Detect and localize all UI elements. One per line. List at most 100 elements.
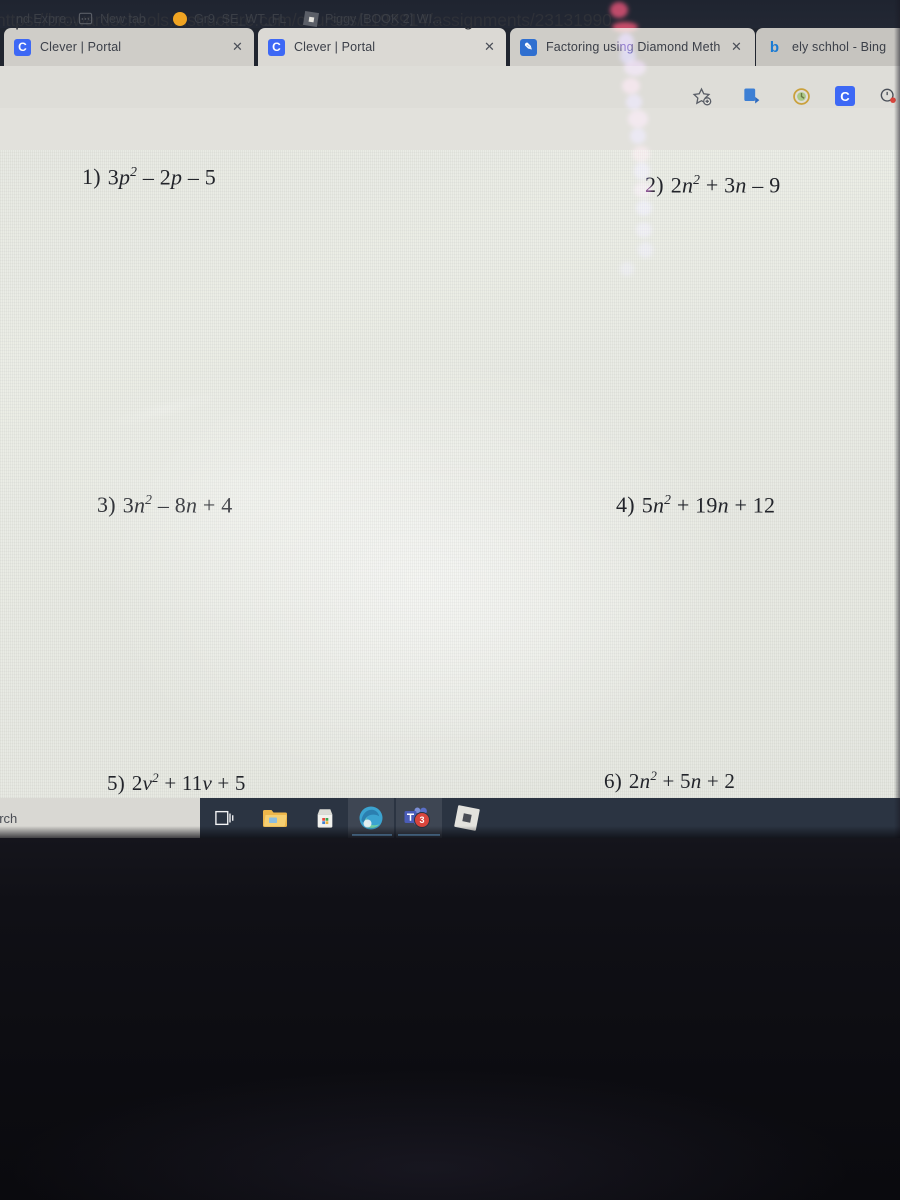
tab-title: Clever | Portal xyxy=(294,40,376,54)
monitor-edge-shadow xyxy=(894,0,900,838)
clever-icon: C xyxy=(268,38,285,56)
bookmark-label: nd Expre... xyxy=(16,11,77,26)
roblox-icon xyxy=(302,10,319,27)
monitor-photo: C Clever | Portal ✕ C Clever | Portal ✕ … xyxy=(0,0,900,1200)
variable: v xyxy=(202,771,212,795)
operator: – xyxy=(187,164,200,190)
coefficient: 3 xyxy=(107,164,119,190)
bookmark-label: New tab xyxy=(100,11,146,26)
coefficient: 2 xyxy=(670,172,682,198)
variable: n xyxy=(735,172,747,198)
operator: + xyxy=(705,172,719,198)
constant: 4 xyxy=(221,492,233,518)
coefficient: 3 xyxy=(122,492,134,518)
operator: – xyxy=(157,492,170,518)
screen-moire-texture xyxy=(0,150,900,798)
problem-6: 6) 2n2 + 5n + 2 xyxy=(604,768,735,794)
problem-1: 1) 3p2 – 2p – 5 xyxy=(82,164,216,190)
linear-coefficient: 5 xyxy=(679,769,691,793)
monitor-bottom-shadow xyxy=(0,826,900,838)
document-icon: ✎ xyxy=(520,38,537,56)
problem-5: 5) 2v2 + 11v + 5 xyxy=(107,770,246,796)
new-tab-icon xyxy=(78,11,93,26)
problem-4: 4) 5n2 + 19n + 12 xyxy=(616,492,775,518)
variable: p xyxy=(118,164,131,190)
coefficient: 2 xyxy=(628,769,640,793)
bookmark-item-new-tab[interactable]: New tab xyxy=(78,11,146,26)
tab-title: Factoring using Diamond Meth xyxy=(546,40,721,54)
problem-number: 2) xyxy=(645,172,664,198)
exponent: 2 xyxy=(650,768,658,783)
bing-icon: b xyxy=(769,38,780,56)
tab-clever-portal-2[interactable]: C Clever | Portal xyxy=(258,28,506,66)
bookmark-item-gr9-se-wt-fl[interactable]: Gr9, SE_WT_FL xyxy=(172,11,286,26)
collections-icon[interactable] xyxy=(736,82,766,110)
screen-glare-streak xyxy=(110,391,220,428)
tab-close-icon-3[interactable]: ✕ xyxy=(731,39,742,55)
exponent: 2 xyxy=(130,164,138,179)
operator: + xyxy=(706,769,719,793)
operator: – xyxy=(752,172,764,198)
search-placeholder: arch xyxy=(0,810,18,826)
linear-coefficient: 8 xyxy=(174,492,186,518)
operator: + xyxy=(676,492,690,518)
tab-strip: C Clever | Portal ✕ C Clever | Portal ✕ … xyxy=(0,28,900,66)
constant: 2 xyxy=(724,769,736,793)
exponent: 2 xyxy=(145,492,153,507)
problem-2: 2) 2n2 + 3n – 9 xyxy=(645,172,780,198)
linear-coefficient: 2 xyxy=(159,164,171,190)
operator: + xyxy=(734,492,748,518)
variable: v xyxy=(142,771,153,795)
linear-coefficient: 11 xyxy=(181,771,203,795)
browser-window: C Clever | Portal ✕ C Clever | Portal ✕ … xyxy=(0,0,900,838)
exponent: 2 xyxy=(152,770,159,785)
coefficient: 2 xyxy=(131,771,143,795)
problem-number: 3) xyxy=(97,492,116,518)
variable: n xyxy=(185,492,198,518)
operator: – xyxy=(142,164,155,190)
clever-extension-icon[interactable]: C xyxy=(830,82,860,110)
tab-close-icon-2[interactable]: ✕ xyxy=(484,39,495,55)
exponent: 2 xyxy=(664,492,672,507)
linear-coefficient: 3 xyxy=(724,172,736,198)
bookmark-label: Piggy [BOOK 2] WI... xyxy=(325,11,443,26)
desk-area: ⏏— ↹ X •— •+ ▭ ⋮ ◈ ❘\ •• • •• •• •• • ••… xyxy=(0,838,900,1200)
tab-factoring-diamond-method[interactable]: ✎ Factoring using Diamond Meth xyxy=(510,28,755,66)
tab-title: Clever | Portal xyxy=(40,40,122,54)
exponent: 2 xyxy=(693,172,701,187)
variable: n xyxy=(717,492,729,518)
bookmark-item-piggy-book-2[interactable]: Piggy [BOOK 2] WI... xyxy=(302,10,443,27)
tab-clever-portal-1[interactable]: C Clever | Portal xyxy=(4,28,254,66)
bookmarks-bar xyxy=(0,108,900,151)
constant: 9 xyxy=(769,172,781,198)
variable: n xyxy=(133,492,146,518)
constant: 5 xyxy=(204,164,216,190)
bookmark-label: Gr9, SE_WT_FL xyxy=(194,11,287,26)
operator: + xyxy=(662,769,675,793)
bookmark-item-and-expressions[interactable]: nd Expre... xyxy=(0,11,76,26)
problem-number: 4) xyxy=(616,492,635,518)
bookmark-icon xyxy=(0,11,9,26)
tab-ely-schhol-bing[interactable]: b ely schhol - Bing xyxy=(756,28,900,66)
operator: + xyxy=(217,771,230,795)
operator: + xyxy=(164,771,177,795)
tab-title: ely schhol - Bing xyxy=(792,40,887,54)
variable: n xyxy=(690,769,702,793)
tab-close-icon-1[interactable]: ✕ xyxy=(232,39,243,55)
orange-dot-icon xyxy=(172,11,187,26)
coefficient: 5 xyxy=(641,492,653,518)
problem-3: 3) 3n2 – 8n + 4 xyxy=(97,492,232,518)
variable: n xyxy=(652,492,665,518)
history-refresh-icon[interactable] xyxy=(786,82,816,110)
problem-number: 5) xyxy=(107,771,125,795)
constant: 5 xyxy=(234,771,246,795)
operator: + xyxy=(202,492,216,518)
add-favorite-icon[interactable] xyxy=(686,82,716,110)
problem-number: 6) xyxy=(604,769,622,793)
variable: p xyxy=(170,164,183,190)
constant: 12 xyxy=(752,492,776,518)
linear-coefficient: 19 xyxy=(695,492,718,518)
worksheet-page: 1) 3p2 – 2p – 5 2) 2n2 + 3n – 9 3) 3n2 – 8n… xyxy=(0,150,900,798)
variable: n xyxy=(639,769,651,793)
variable: n xyxy=(681,172,694,198)
